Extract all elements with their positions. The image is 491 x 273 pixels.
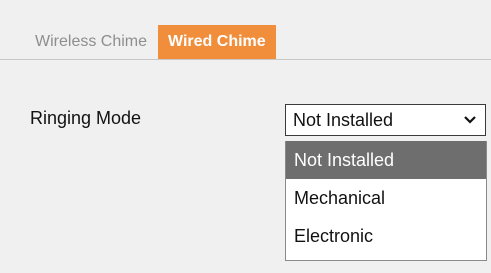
chime-tabs: Wireless Chime Wired Chime: [24, 25, 276, 59]
tab-wireless-chime[interactable]: Wireless Chime: [24, 25, 158, 59]
ringing-mode-select[interactable]: Not Installed: [285, 104, 486, 136]
ringing-mode-dropdown-list: Not Installed Mechanical Electronic: [285, 141, 487, 261]
chevron-down-icon: [455, 115, 485, 125]
tab-wired-chime[interactable]: Wired Chime: [158, 25, 276, 59]
option-mechanical[interactable]: Mechanical: [286, 179, 486, 217]
ringing-mode-selected-value: Not Installed: [293, 109, 394, 130]
tab-divider: [0, 59, 491, 60]
option-electronic[interactable]: Electronic: [286, 217, 486, 255]
ringing-mode-label: Ringing Mode: [30, 108, 142, 128]
option-not-installed[interactable]: Not Installed: [286, 141, 486, 179]
